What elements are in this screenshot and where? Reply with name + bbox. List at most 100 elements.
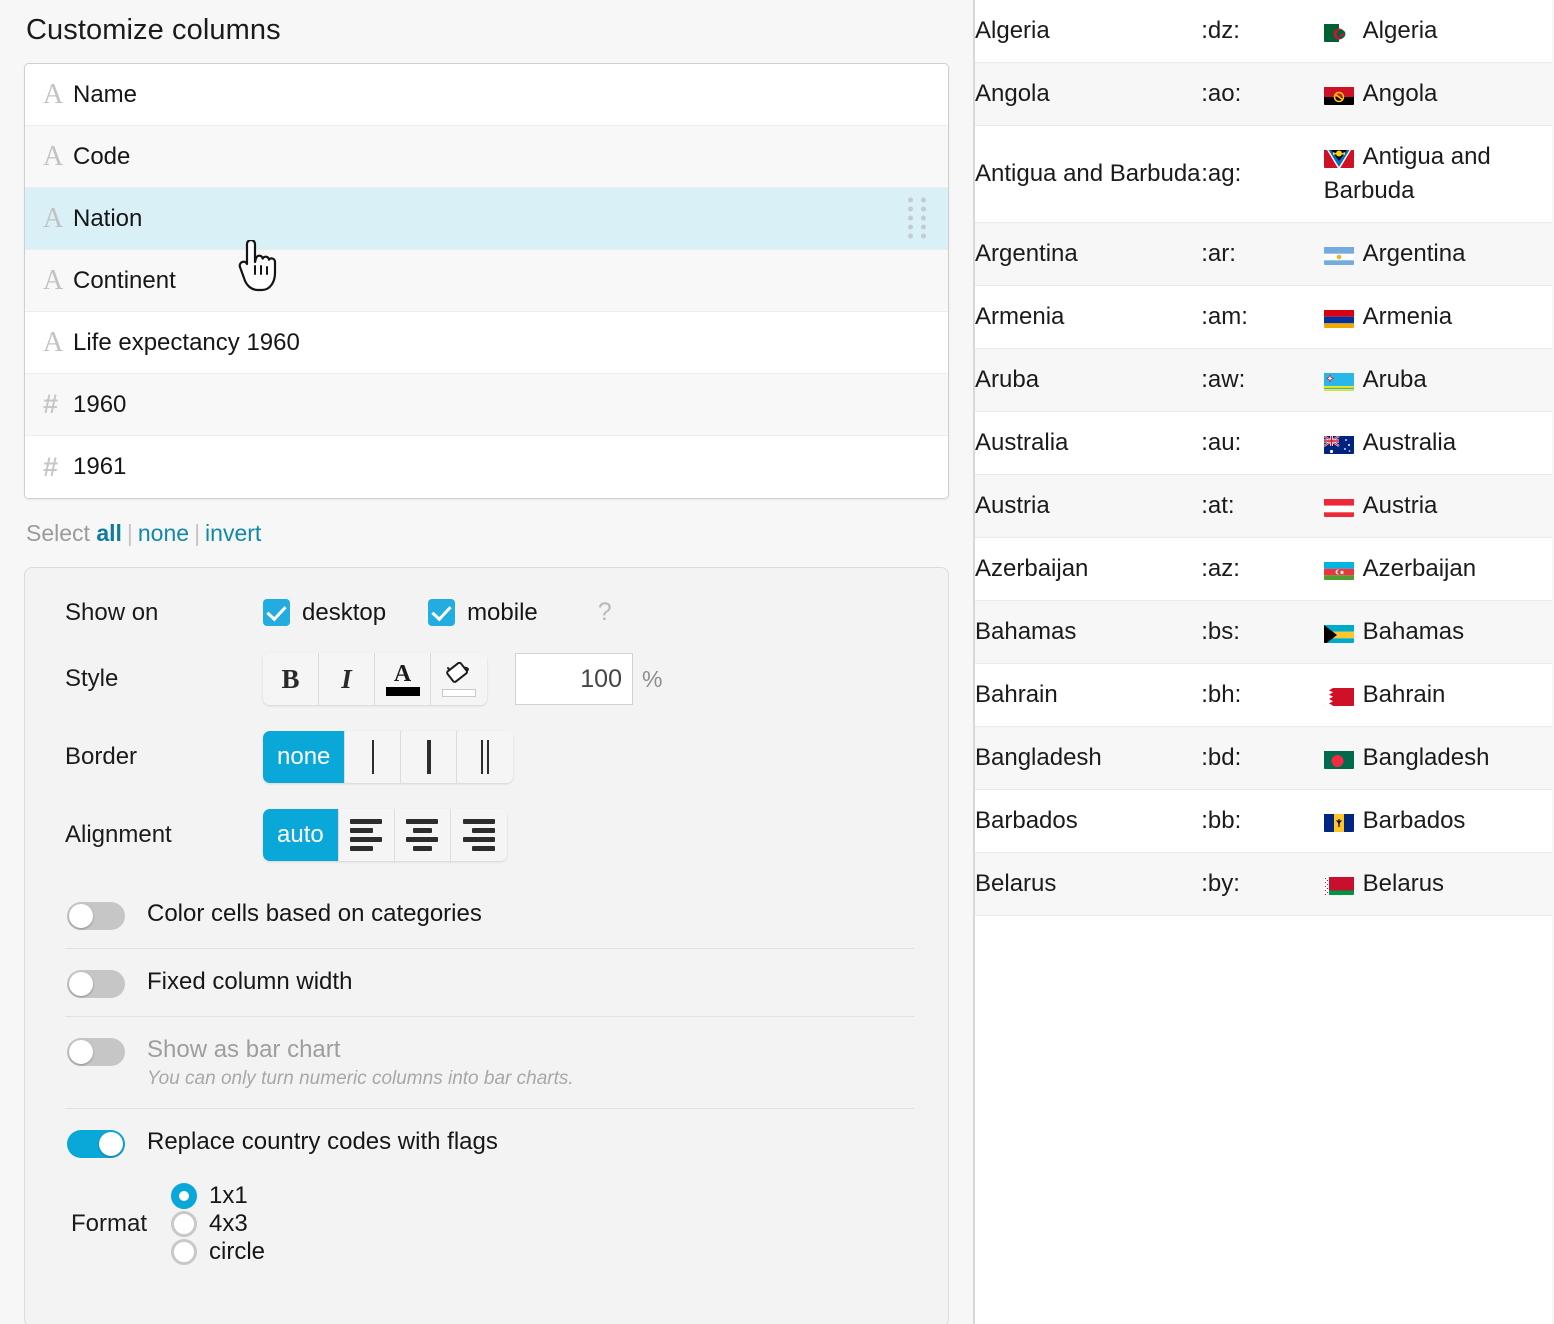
column-list-item-label: Life expectancy 1960 [73, 328, 300, 356]
opacity-value: 100 [580, 664, 622, 693]
percent-unit-label: % [642, 665, 663, 692]
toggle-hint: You can only turn numeric columns into b… [147, 1068, 574, 1089]
flag-label: Belarus [1362, 870, 1445, 897]
select-all-link[interactable]: all [96, 520, 122, 546]
cell-country-name: Barbados [975, 807, 1078, 834]
cell-nation-with-flag: Azerbaijan [1323, 538, 1552, 601]
cell-country-name: Aruba [975, 366, 1040, 393]
toggle-switch[interactable] [67, 902, 125, 930]
text-color-button[interactable]: A [375, 653, 431, 705]
bold-button[interactable]: B [263, 653, 319, 705]
flag-label: Angola [1362, 80, 1438, 107]
customize-columns-panel: Customize columns A Name A Code A Nation A Cont… [0, 0, 975, 1324]
format-radio-circle[interactable]: circle [171, 1238, 265, 1266]
toggle-text: Fixed column width [147, 967, 352, 997]
flag-format-row: Format 1x1 4x3 circle [71, 1182, 914, 1266]
help-question-icon[interactable]: ? [598, 598, 612, 627]
fill-color-button[interactable] [431, 653, 487, 705]
alignment-option-right[interactable] [450, 809, 507, 861]
country-table: Algeria:dz: Algeria Angola:ao: Angola Antigu… [975, 0, 1552, 916]
setting-toggle-row[interactable]: Fixed column width [65, 948, 914, 1016]
desktop-checkbox[interactable]: desktop [263, 599, 386, 627]
toggle-label: Replace country codes with flags [147, 1128, 498, 1155]
style-label: Style [65, 665, 119, 692]
flag-label: Bahrain [1362, 681, 1446, 708]
drag-handle-icon[interactable] [908, 197, 928, 240]
select-invert-link[interactable]: invert [205, 520, 261, 546]
cell-nation-with-flag: Angola [1323, 63, 1552, 126]
toggle-text: Color cells based on categories [147, 899, 482, 929]
separator: | [194, 520, 201, 546]
preview-table-panel: Algeria:dz: Algeria Angola:ao: Angola Antigu… [975, 0, 1552, 1324]
toggle-switch[interactable] [67, 970, 125, 998]
format-radio-label: 1x1 [209, 1182, 248, 1209]
alignment-option-auto[interactable]: auto [263, 809, 339, 861]
column-settings-card: Show on desktop mobile ? Style B I A 100… [24, 567, 949, 1324]
flag-icon-au [1323, 432, 1354, 454]
italic-icon: I [341, 663, 352, 694]
alignment-label: Alignment [65, 821, 172, 848]
border-option-double[interactable] [457, 731, 514, 783]
flag-icon-az [1323, 558, 1354, 580]
toggle-text: Show as bar chart You can only turn numer… [147, 1035, 574, 1090]
thin-line-icon [371, 740, 374, 774]
toggle-switch[interactable] [67, 1130, 125, 1158]
cell-country-code: :at: [1201, 492, 1235, 519]
cell-nation-with-flag: Bahamas [1323, 601, 1552, 664]
cell-country-name: Bangladesh [975, 744, 1102, 771]
table-row: Aruba:aw: Aruba [975, 348, 1552, 412]
table-row: Belarus:by: Belarus [975, 852, 1552, 916]
setting-toggle-row[interactable]: Show as bar chart You can only turn numer… [65, 1016, 914, 1108]
table-row: Austria:at: Austria [975, 474, 1552, 538]
alignment-option-left[interactable] [338, 809, 395, 861]
toggle-switch[interactable] [67, 1038, 125, 1066]
border-option-none[interactable]: none [263, 731, 346, 783]
format-radio-4x3[interactable]: 4x3 [171, 1210, 265, 1238]
alignment-option-center[interactable] [394, 809, 451, 861]
select-none-link[interactable]: none [138, 520, 189, 546]
checkmark-icon [263, 599, 290, 626]
format-radio-1x1[interactable]: 1x1 [171, 1182, 265, 1210]
column-list-item[interactable]: A Name [25, 64, 948, 126]
text-color-icon: A [385, 662, 420, 696]
text-color-swatch [385, 686, 420, 696]
column-list-item[interactable]: #1960 [25, 374, 948, 436]
flag-icon-bh [1323, 684, 1354, 706]
table-row: Angola:ao: Angola [975, 62, 1552, 126]
column-list-item[interactable]: A Continent [25, 250, 948, 312]
mobile-checkbox[interactable]: mobile [428, 599, 538, 627]
radio-icon [171, 1239, 198, 1265]
double-line-icon [481, 740, 490, 774]
cell-country-code: :am: [1201, 303, 1248, 330]
table-row: Algeria:dz: Algeria [975, 0, 1552, 63]
setting-toggle-row[interactable]: Replace country codes with flags [65, 1108, 914, 1176]
italic-button[interactable]: I [319, 653, 375, 705]
toggle-list: Color cells based on categories Fixed col… [65, 887, 914, 1176]
column-list-item[interactable]: #1961 [25, 436, 948, 498]
flag-icon-ag [1323, 146, 1354, 168]
format-radio-label: 4x3 [209, 1210, 248, 1237]
cell-country-code: :by: [1201, 870, 1240, 897]
toggle-text: Replace country codes with flags [147, 1127, 498, 1157]
cell-country-name: Armenia [975, 303, 1065, 330]
text-type-icon: A [43, 78, 64, 110]
cell-nation-with-flag: Barbados [1323, 790, 1552, 853]
border-option-thick[interactable] [401, 731, 458, 783]
opacity-input[interactable]: 100 [515, 653, 633, 705]
toggle-label: Color cells based on categories [147, 900, 482, 927]
cell-country-name: Bahamas [975, 618, 1077, 645]
bold-icon: B [281, 663, 300, 694]
cell-nation-with-flag: Bahrain [1323, 664, 1552, 727]
table-row: Armenia:am: Armenia [975, 286, 1552, 349]
flag-label: Barbados [1362, 807, 1466, 834]
format-radio-group: 1x1 4x3 circle [171, 1182, 307, 1266]
column-list-item[interactable]: A Nation [25, 188, 948, 250]
column-list-item[interactable]: A Life expectancy 1960 [25, 312, 948, 374]
table-row: Antigua and Barbuda:ag: Antigua and Barbu… [975, 126, 1552, 223]
column-list-item[interactable]: A Code [25, 126, 948, 188]
table-row: Barbados:bb: Barbados [975, 790, 1552, 853]
text-type-icon: A [43, 326, 64, 358]
border-option-thin[interactable] [345, 731, 402, 783]
page-title: Customize columns [26, 14, 281, 46]
setting-toggle-row[interactable]: Color cells based on categories [65, 887, 914, 948]
